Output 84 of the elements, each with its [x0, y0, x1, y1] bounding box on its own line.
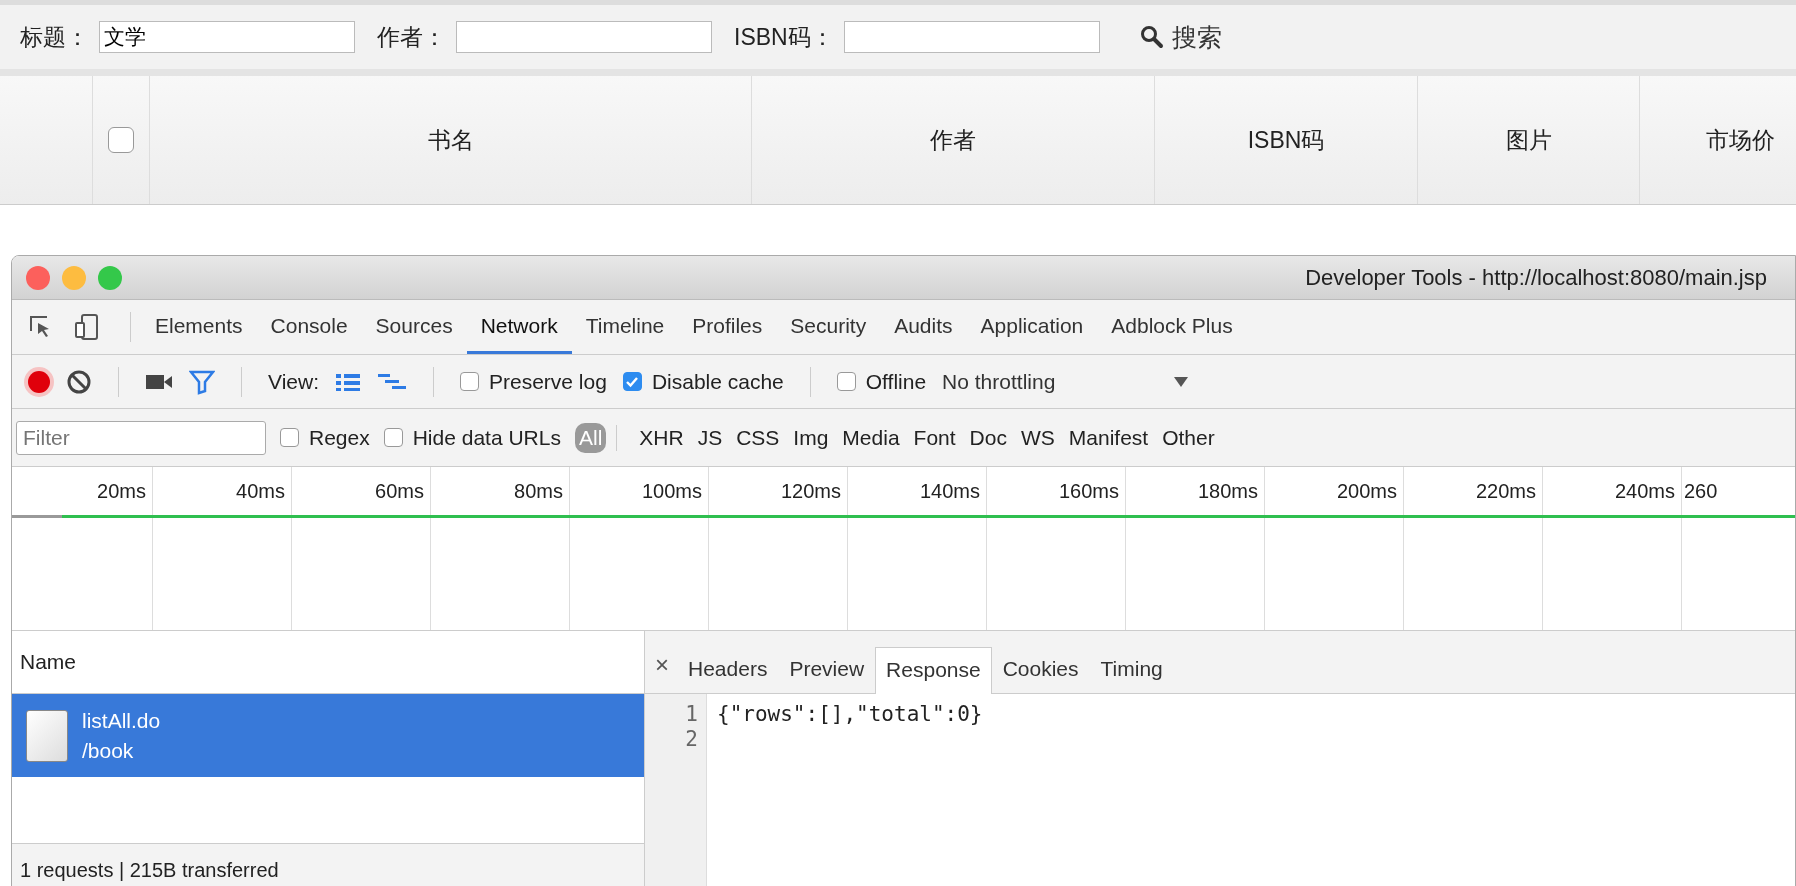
option-label: Hide data URLs: [412, 425, 561, 450]
request-row[interactable]: listAll.do /book: [12, 694, 644, 777]
detail-tab[interactable]: Cookies: [991, 646, 1090, 693]
detail-tab[interactable]: Timing: [1089, 646, 1174, 693]
type-filter-button[interactable]: WS: [1016, 422, 1059, 453]
column-header: ISBN码: [1247, 125, 1325, 155]
panel-tab[interactable]: Timeline: [571, 300, 679, 354]
filter-field[interactable]: Filter: [16, 420, 266, 455]
record-button[interactable]: [28, 370, 50, 393]
tick-label: 60ms: [375, 479, 424, 503]
type-filter-button[interactable]: XHR: [635, 422, 688, 453]
field-label: 作者：: [377, 22, 446, 52]
close-window-icon[interactable]: [26, 265, 50, 290]
option-checkbox[interactable]: [836, 372, 856, 391]
view-label: View:: [268, 369, 319, 394]
request-name: listAll.do: [82, 708, 161, 733]
panel-tab[interactable]: Profiles: [678, 300, 777, 354]
tick-label: 40ms: [236, 479, 285, 503]
type-filter-button[interactable]: Doc: [965, 422, 1011, 453]
column-header: Name: [20, 650, 77, 674]
close-button[interactable]: ×: [645, 651, 677, 693]
line-number: 1: [685, 702, 698, 727]
type-filter-button[interactable]: CSS: [732, 422, 784, 453]
list-view-icon[interactable]: [335, 371, 361, 392]
detail-tab[interactable]: Preview: [778, 646, 876, 693]
detail-tab[interactable]: Headers: [677, 646, 779, 693]
tick-label: 100ms: [641, 479, 702, 503]
panel-tab[interactable]: Sources: [361, 300, 467, 354]
search-icon: [1139, 25, 1164, 49]
option-checkbox[interactable]: [460, 372, 479, 391]
type-filter-button[interactable]: Font: [909, 422, 960, 453]
tick-label: 220ms: [1475, 479, 1536, 503]
option-checkbox[interactable]: [622, 372, 642, 391]
option-label: Offline: [865, 369, 927, 394]
tick-label: 140ms: [919, 479, 980, 503]
panel-tab[interactable]: Audits: [880, 300, 967, 354]
device-icon[interactable]: [74, 313, 100, 341]
panel-tab[interactable]: Application: [966, 300, 1098, 354]
column-header: 作者: [930, 125, 976, 155]
field-label: 标题：: [20, 22, 89, 52]
option-label: Regex: [309, 425, 370, 450]
option-checkbox[interactable]: [280, 428, 299, 447]
summary-text: 1 requests | 215B transferred: [20, 858, 279, 882]
type-filter-button[interactable]: JS: [693, 422, 727, 453]
search-input[interactable]: [456, 21, 712, 53]
clear-icon[interactable]: [66, 368, 92, 395]
code-line: {"rows":[],"total":0}: [717, 702, 983, 726]
panel-tab[interactable]: Elements: [141, 300, 257, 354]
tick-label: 200ms: [1336, 479, 1397, 503]
search-input[interactable]: 文学: [99, 21, 355, 53]
type-filter-button[interactable]: Img: [789, 422, 833, 453]
waterfall-view-icon[interactable]: [377, 371, 407, 392]
type-filter-button[interactable]: Other: [1158, 422, 1219, 453]
panel-tab[interactable]: Security: [776, 300, 881, 354]
field-label: ISBN码：: [734, 22, 834, 52]
window-title: Developer Tools - http://localhost:8080/main.jsp: [1305, 264, 1767, 291]
caret-icon: [1173, 375, 1190, 388]
type-filter-button[interactable]: Manifest: [1064, 422, 1153, 453]
type-filter-button[interactable]: Media: [838, 422, 904, 453]
search-input[interactable]: [843, 21, 1100, 53]
column-header: 书名: [427, 125, 474, 155]
search-button[interactable]: 搜索: [1135, 16, 1226, 58]
panel-tab[interactable]: Adblock Plus: [1097, 300, 1247, 354]
tick-label: 260: [1684, 479, 1718, 503]
panel-tab[interactable]: Console: [256, 300, 362, 354]
column-header: 市场价: [1705, 125, 1775, 155]
file-icon: [26, 709, 68, 762]
request-path: /book: [82, 738, 135, 763]
tick-label: 20ms: [97, 479, 146, 503]
zoom-window-icon[interactable]: [98, 265, 122, 290]
option-label: Disable cache: [651, 369, 784, 394]
throttling-dropdown[interactable]: No throttling: [942, 367, 1190, 396]
tick-label: 160ms: [1058, 479, 1119, 503]
column-header: 图片: [1505, 125, 1552, 155]
tick-label: 120ms: [780, 479, 841, 503]
line-number: 2: [685, 727, 698, 752]
tick-label: 80ms: [514, 479, 563, 503]
option-checkbox[interactable]: [383, 428, 403, 447]
detail-tab[interactable]: Response: [875, 647, 992, 694]
tick-label: 240ms: [1614, 479, 1675, 503]
select-all-checkbox[interactable]: [108, 127, 134, 153]
tick-label: 180ms: [1197, 479, 1258, 503]
option-label: Preserve log: [489, 369, 607, 394]
filter-icon[interactable]: [189, 368, 215, 395]
